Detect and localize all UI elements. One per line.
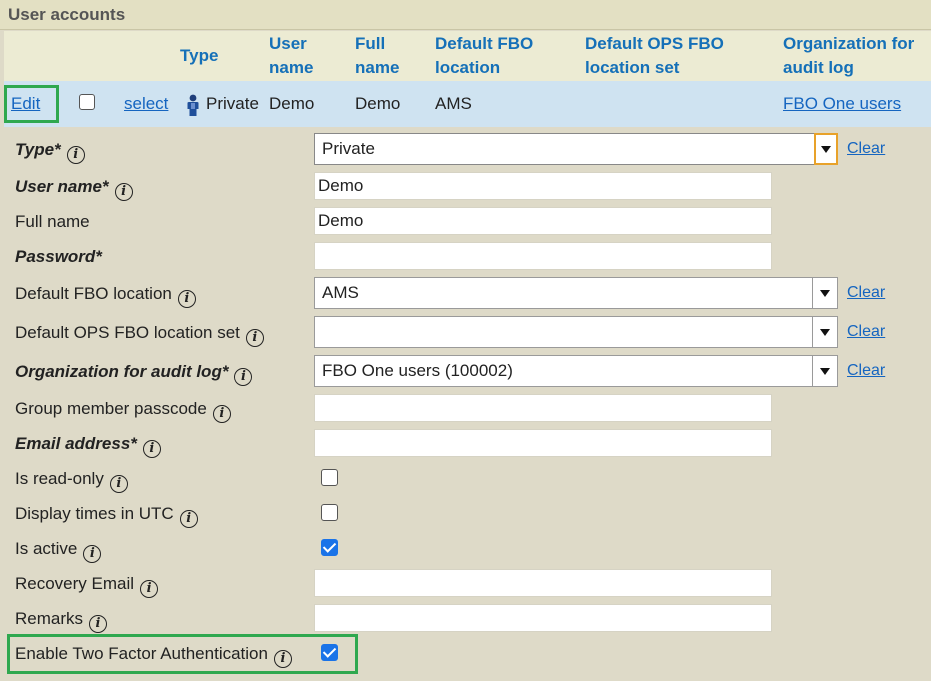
- col-fbo-line2: location: [435, 58, 501, 77]
- organization-audit-log-label-text: Organization for audit log*: [15, 362, 229, 381]
- user-name-label: User name* i: [15, 175, 133, 201]
- info-icon[interactable]: i: [179, 510, 198, 528]
- row-select-checkbox[interactable]: [79, 94, 95, 110]
- row-full-name: Demo: [355, 94, 401, 113]
- email-address-label-text: Email address*: [15, 434, 137, 453]
- recovery-email-input[interactable]: [314, 569, 772, 597]
- col-full-name-line1: Full: [355, 34, 386, 53]
- chevron-down-icon[interactable]: [812, 317, 837, 347]
- is-read-only-checkbox[interactable]: [321, 469, 338, 486]
- info-icon[interactable]: i: [177, 290, 196, 308]
- organization-audit-log-value: FBO One users (100002): [322, 361, 513, 380]
- is-active-label-text: Is active: [15, 539, 78, 558]
- group-member-passcode-label-text: Group member passcode: [15, 399, 207, 418]
- full-name-label: Full name: [15, 212, 90, 231]
- default-fbo-location-value: AMS: [322, 283, 359, 302]
- password-label: Password*: [15, 247, 102, 266]
- col-full-name[interactable]: Full name: [355, 32, 399, 80]
- col-user-name-line1: User: [269, 34, 307, 53]
- col-full-name-line2: name: [355, 58, 400, 77]
- type-label: Type* i: [15, 138, 85, 164]
- panel-title: User accounts: [0, 0, 931, 30]
- user-name-input[interactable]: Demo: [314, 172, 772, 200]
- is-active-label: Is active i: [15, 537, 102, 563]
- info-icon[interactable]: i: [140, 580, 159, 598]
- default-fbo-location-select[interactable]: AMS: [314, 277, 838, 309]
- organization-clear-link[interactable]: Clear: [847, 362, 885, 380]
- edit-highlight-box: [4, 85, 59, 123]
- col-ops-line1: Default OPS FBO: [585, 34, 724, 53]
- default-fbo-clear-link[interactable]: Clear: [847, 284, 885, 302]
- row-type: Private: [206, 94, 259, 113]
- default-ops-fbo-location-set-select[interactable]: [314, 316, 838, 348]
- remarks-input[interactable]: [314, 604, 772, 632]
- col-org-line1: Organization for: [783, 34, 915, 53]
- display-times-utc-label-text: Display times in UTC: [15, 504, 174, 523]
- info-icon[interactable]: i: [89, 615, 108, 633]
- default-ops-fbo-location-set-label: Default OPS FBO location set i: [15, 321, 264, 347]
- group-member-passcode-label: Group member passcode i: [15, 397, 231, 423]
- type-label-text: Type*: [15, 140, 61, 159]
- display-times-utc-checkbox[interactable]: [321, 504, 338, 521]
- col-org-line2: audit log: [783, 58, 854, 77]
- row-org-audit-log-link[interactable]: FBO One users: [783, 81, 901, 127]
- two-factor-highlight-box: [7, 634, 358, 674]
- table-header-row: Type User name Full name Default FBO loc…: [4, 31, 931, 81]
- info-icon[interactable]: i: [245, 329, 264, 347]
- group-member-passcode-input[interactable]: [314, 394, 772, 422]
- email-address-label: Email address* i: [15, 432, 161, 458]
- recovery-email-label: Recovery Email i: [15, 572, 159, 598]
- chevron-down-icon[interactable]: [812, 356, 837, 386]
- col-fbo-line1: Default FBO: [435, 34, 534, 53]
- col-ops-line2: location set: [585, 58, 680, 77]
- is-active-checkbox[interactable]: [321, 539, 338, 556]
- info-icon[interactable]: i: [109, 475, 128, 493]
- display-times-utc-label: Display times in UTC i: [15, 502, 198, 528]
- col-user-name-line2: name: [269, 58, 314, 77]
- info-icon[interactable]: i: [66, 146, 85, 164]
- row-fbo-location: AMS: [435, 94, 472, 113]
- select-link[interactable]: select: [124, 81, 168, 127]
- row-user-name: Demo: [269, 94, 315, 113]
- password-input[interactable]: [314, 242, 772, 270]
- info-icon[interactable]: i: [212, 405, 231, 423]
- col-user-name[interactable]: User name: [269, 32, 313, 80]
- type-select[interactable]: Private: [314, 133, 838, 165]
- info-icon[interactable]: i: [114, 183, 133, 201]
- col-organization-audit-log[interactable]: Organization for audit log: [783, 32, 914, 80]
- col-default-fbo-location[interactable]: Default FBO location: [435, 32, 533, 80]
- info-icon[interactable]: i: [83, 545, 102, 563]
- default-ops-fbo-label-text: Default OPS FBO location set: [15, 323, 240, 342]
- chevron-down-icon[interactable]: [814, 133, 838, 165]
- info-icon[interactable]: i: [234, 368, 253, 386]
- default-fbo-location-label: Default FBO location i: [15, 282, 196, 308]
- full-name-input[interactable]: Demo: [314, 207, 772, 235]
- remarks-label: Remarks i: [15, 607, 108, 633]
- default-ops-clear-link[interactable]: Clear: [847, 323, 885, 341]
- recovery-email-label-text: Recovery Email: [15, 574, 135, 593]
- organization-audit-log-label: Organization for audit log* i: [15, 360, 253, 386]
- organization-audit-log-select[interactable]: FBO One users (100002): [314, 355, 838, 387]
- col-type[interactable]: Type: [180, 44, 218, 68]
- info-icon[interactable]: i: [142, 440, 161, 458]
- is-read-only-label-text: Is read-only: [15, 469, 104, 488]
- col-default-ops-fbo-location-set[interactable]: Default OPS FBO location set: [585, 32, 724, 80]
- is-read-only-label: Is read-only i: [15, 467, 128, 493]
- email-address-input[interactable]: [314, 429, 772, 457]
- chevron-down-icon[interactable]: [812, 278, 837, 308]
- remarks-label-text: Remarks: [15, 609, 84, 628]
- type-select-value: Private: [322, 139, 375, 158]
- table-row: Edit select Private Demo Demo AMS FBO On…: [4, 81, 931, 127]
- default-fbo-location-label-text: Default FBO location: [15, 284, 172, 303]
- user-name-label-text: User name*: [15, 177, 109, 196]
- type-clear-link[interactable]: Clear: [847, 140, 885, 158]
- user-accounts-panel: User accounts Type User name Full name D…: [0, 0, 931, 681]
- person-icon: [187, 94, 199, 116]
